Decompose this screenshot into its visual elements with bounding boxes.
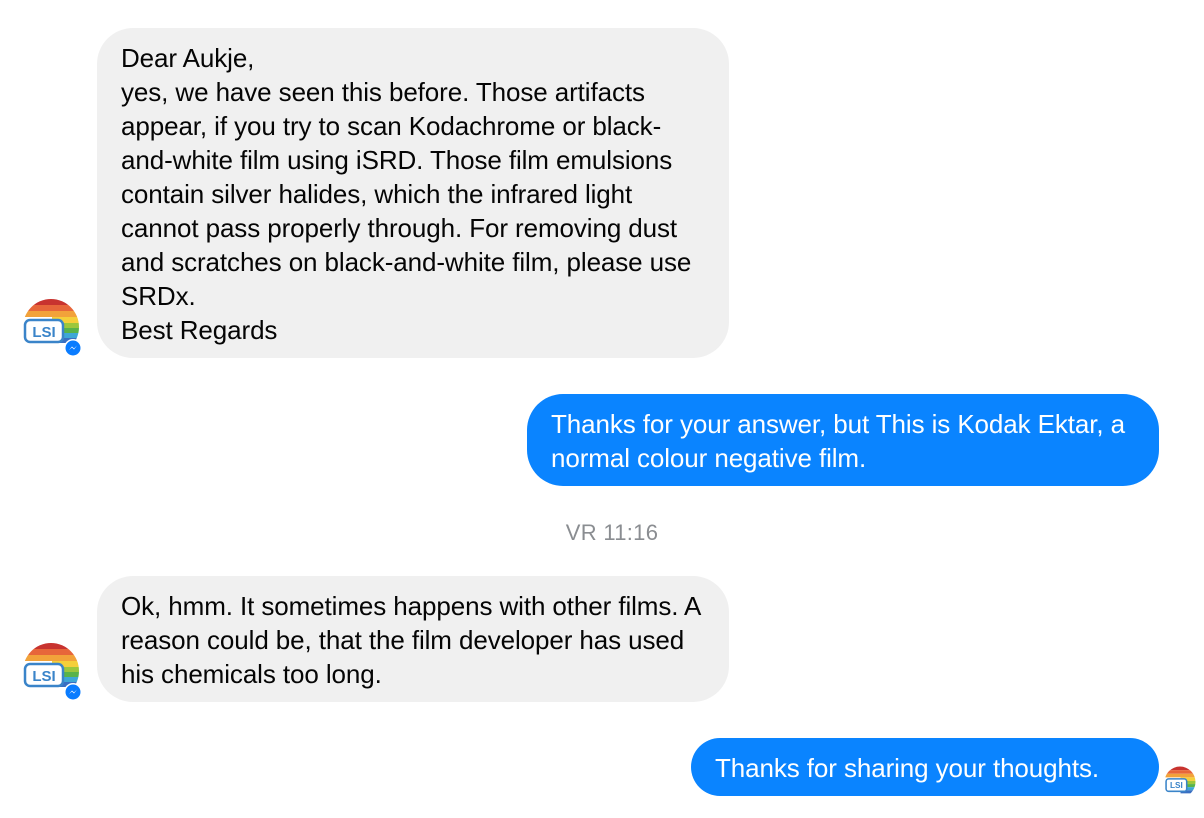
seen-indicator-avatar: LSI (1164, 766, 1196, 798)
lsi-logo-icon: LSI (1164, 766, 1196, 798)
avatar-label: LSI (1170, 781, 1183, 790)
lsi-logo-icon: LSI (23, 299, 82, 357)
message-bubble-incoming[interactable]: Dear Aukje, yes, we have seen this befor… (97, 28, 729, 358)
sender-avatar[interactable]: LSI (22, 298, 82, 357)
lsi-logo-icon: LSI (23, 643, 82, 701)
avatar-label: LSI (32, 668, 55, 685)
message-bubble-outgoing[interactable]: Thanks for your answer, but This is Koda… (527, 394, 1159, 486)
message-timestamp: VR 11:16 (565, 520, 659, 545)
message-bubble-incoming[interactable]: Ok, hmm. It sometimes happens with other… (97, 576, 729, 702)
avatar-label: LSI (32, 324, 55, 341)
sender-avatar[interactable]: LSI (22, 642, 82, 701)
message-bubble-outgoing[interactable]: Thanks for sharing your thoughts. (691, 738, 1159, 796)
